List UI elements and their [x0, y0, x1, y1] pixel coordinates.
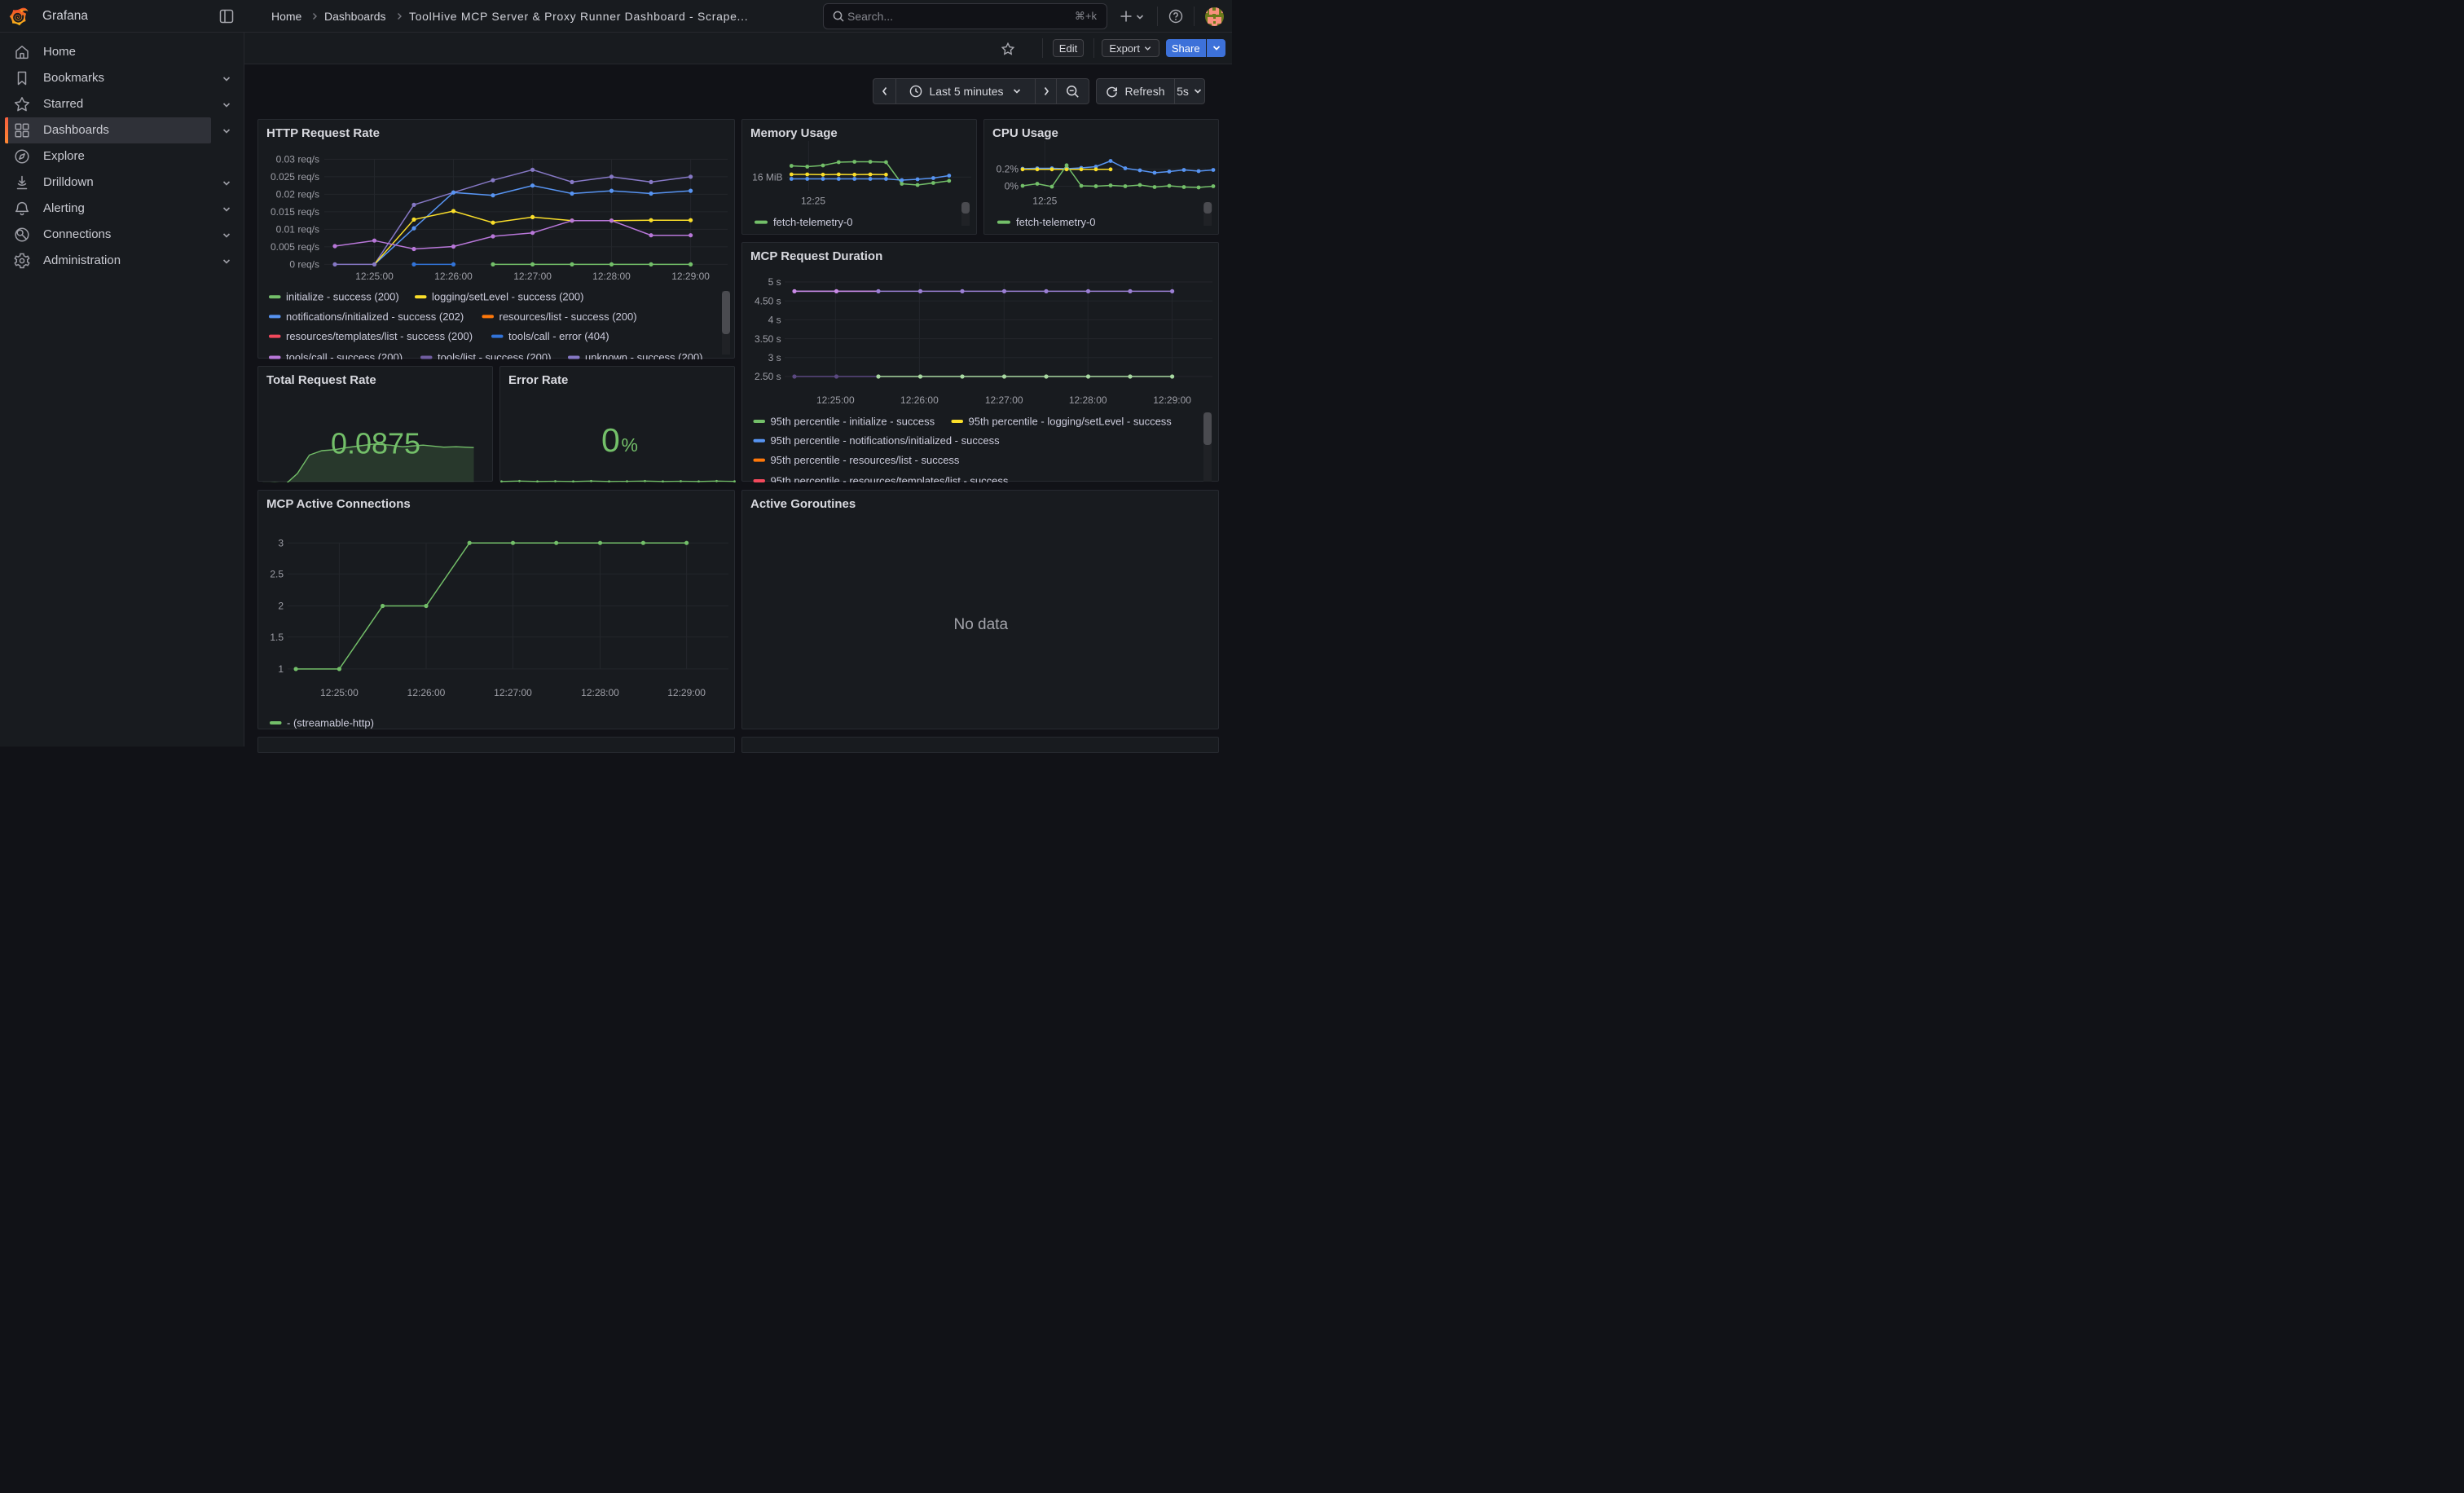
svg-text:95th percentile - resources/li: 95th percentile - resources/list - succe… [771, 454, 960, 466]
svg-text:12:25:00: 12:25:00 [816, 394, 855, 406]
svg-text:12:29:00: 12:29:00 [671, 271, 710, 282]
svg-text:12:25: 12:25 [801, 196, 825, 207]
svg-text:12:27:00: 12:27:00 [985, 394, 1023, 406]
svg-text:1: 1 [278, 663, 284, 675]
svg-text:fetch-telemetry-0: fetch-telemetry-0 [773, 216, 853, 228]
svg-text:- (streamable-http): - (streamable-http) [287, 717, 374, 729]
svg-text:12:28:00: 12:28:00 [581, 687, 619, 698]
svg-text:unknown - success (200): unknown - success (200) [585, 351, 703, 359]
svg-text:notifications/initialized - su: notifications/initialized - success (202… [286, 310, 464, 323]
svg-text:%: % [622, 434, 638, 456]
svg-text:5 s: 5 s [768, 276, 781, 288]
svg-text:2.5: 2.5 [270, 568, 284, 579]
svg-text:fetch-telemetry-0: fetch-telemetry-0 [1016, 216, 1096, 228]
svg-text:12:26:00: 12:26:00 [434, 271, 473, 282]
svg-text:95th percentile - notification: 95th percentile - notifications/initiali… [771, 434, 1001, 447]
svg-text:16 MiB: 16 MiB [752, 172, 782, 183]
svg-text:0.005 req/s: 0.005 req/s [271, 241, 319, 253]
svg-text:3: 3 [278, 537, 284, 548]
svg-text:0 req/s: 0 req/s [289, 258, 319, 270]
svg-text:2: 2 [278, 601, 284, 612]
svg-text:3.50 s: 3.50 s [755, 333, 781, 345]
svg-text:12:29:00: 12:29:00 [1153, 394, 1191, 406]
svg-text:12:25:00: 12:25:00 [355, 271, 394, 282]
svg-text:0.02 req/s: 0.02 req/s [276, 188, 319, 200]
svg-text:logging/setLevel - success (20: logging/setLevel - success (200) [432, 291, 583, 303]
svg-text:12:25: 12:25 [1032, 196, 1057, 207]
svg-text:initialize - success (200): initialize - success (200) [286, 291, 399, 303]
svg-text:tools/list - success (200): tools/list - success (200) [438, 351, 551, 359]
svg-text:0.0875: 0.0875 [331, 427, 420, 460]
svg-text:95th percentile - logging/setL: 95th percentile - logging/setLevel - suc… [969, 416, 1173, 428]
svg-text:resources/templates/list - suc: resources/templates/list - success (200) [286, 330, 473, 342]
svg-text:4.50 s: 4.50 s [755, 295, 781, 306]
svg-text:0%: 0% [1005, 181, 1019, 192]
svg-text:resources/list - success (200): resources/list - success (200) [499, 310, 637, 323]
svg-text:tools/call - success (200): tools/call - success (200) [286, 351, 403, 359]
svg-text:1.5: 1.5 [270, 632, 284, 643]
svg-text:12:27:00: 12:27:00 [513, 271, 552, 282]
svg-text:0.025 req/s: 0.025 req/s [271, 171, 319, 183]
svg-text:12:28:00: 12:28:00 [1069, 394, 1107, 406]
svg-text:0: 0 [601, 421, 620, 459]
svg-text:12:27:00: 12:27:00 [494, 687, 532, 698]
svg-text:0.01 req/s: 0.01 req/s [276, 223, 319, 235]
svg-text:12:28:00: 12:28:00 [592, 271, 631, 282]
svg-text:0.015 req/s: 0.015 req/s [271, 206, 319, 218]
svg-text:tools/call - error (404): tools/call - error (404) [508, 330, 609, 342]
svg-text:2.50 s: 2.50 s [755, 371, 781, 382]
svg-text:95th percentile - resources/te: 95th percentile - resources/templates/li… [771, 475, 1009, 483]
svg-text:4 s: 4 s [768, 315, 781, 326]
svg-text:0.03 req/s: 0.03 req/s [276, 153, 319, 165]
svg-text:0.2%: 0.2% [997, 164, 1019, 175]
svg-text:12:26:00: 12:26:00 [900, 394, 939, 406]
svg-text:95th percentile - initialize -: 95th percentile - initialize - success [771, 416, 935, 428]
svg-text:12:25:00: 12:25:00 [320, 687, 359, 698]
svg-text:12:29:00: 12:29:00 [667, 687, 706, 698]
svg-text:12:26:00: 12:26:00 [407, 687, 446, 698]
svg-text:3 s: 3 s [768, 352, 781, 363]
